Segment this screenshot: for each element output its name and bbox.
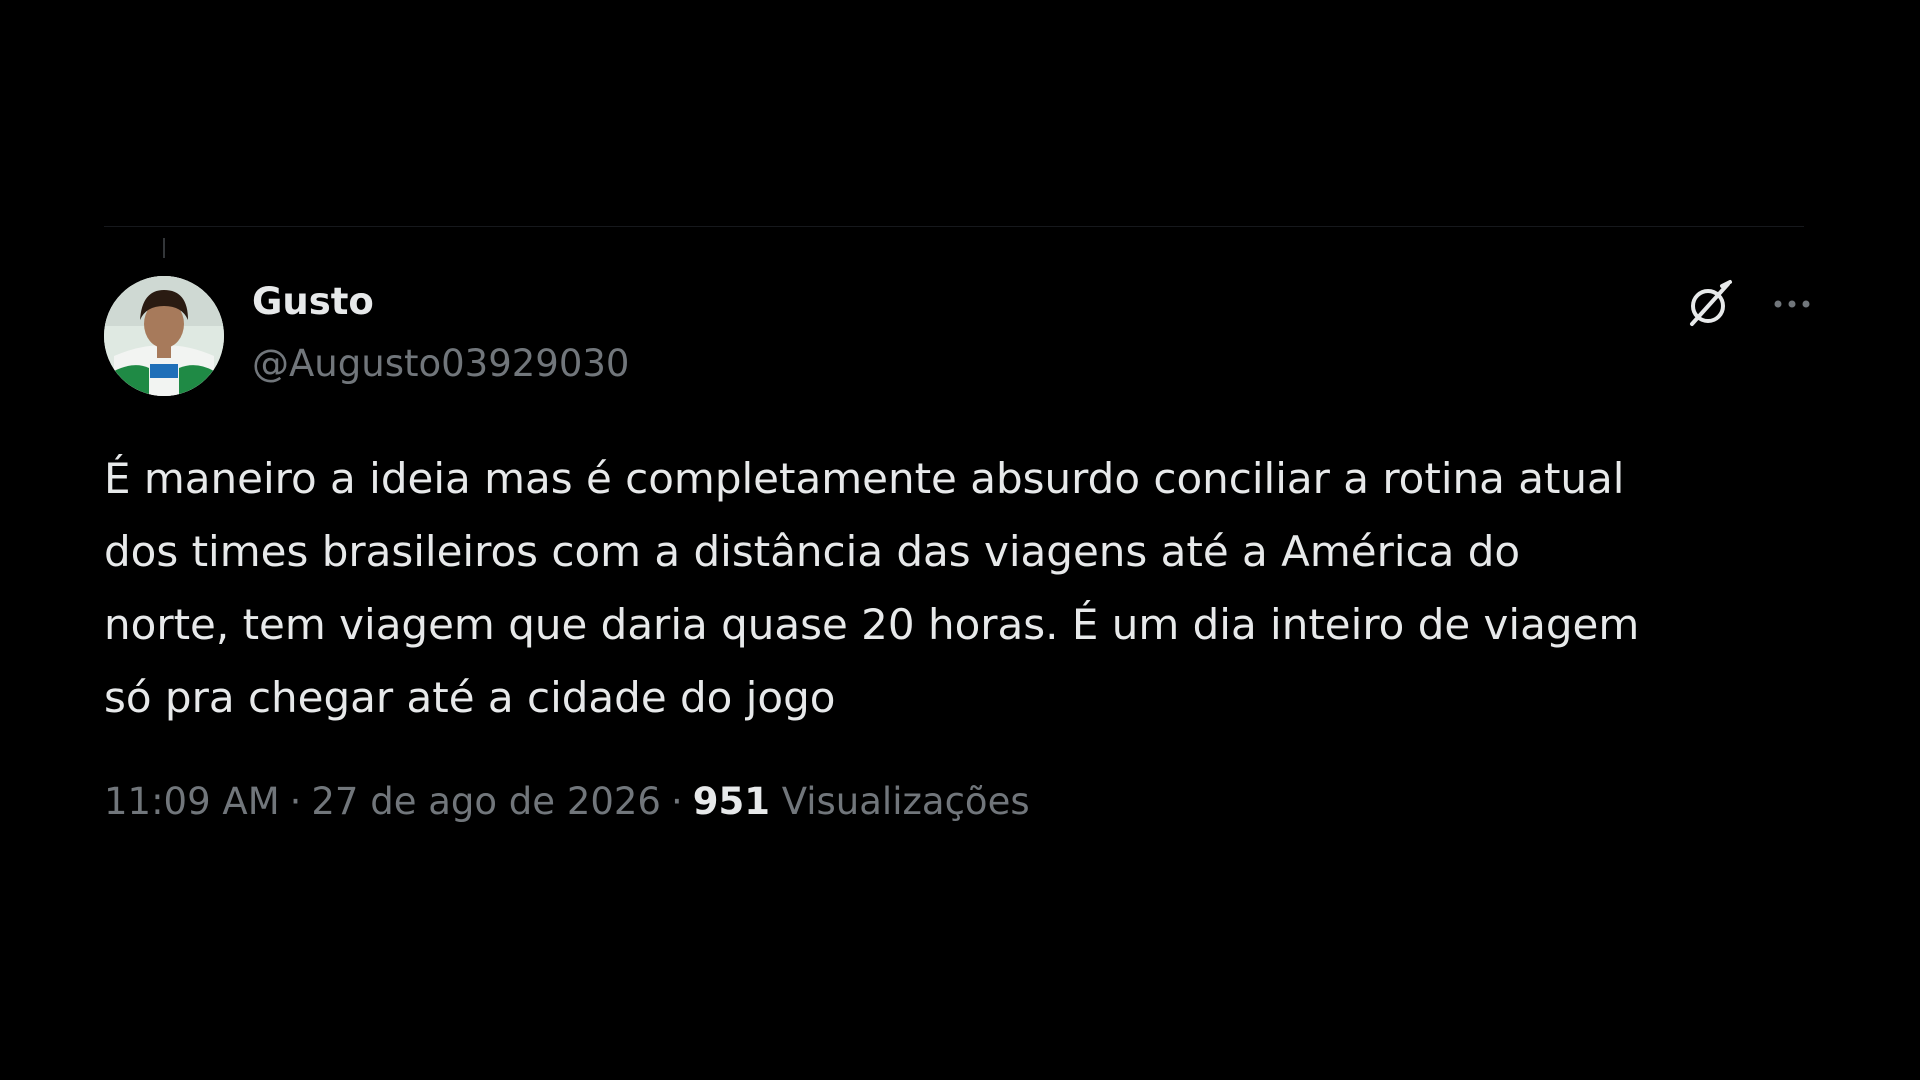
avatar-image	[104, 276, 224, 396]
views-label[interactable]: Visualizações	[782, 780, 1030, 823]
more-icon[interactable]	[1768, 282, 1816, 326]
meta-separator: ·	[289, 780, 302, 823]
tweet-text: É maneiro a ideia mas é completamente ab…	[104, 442, 1816, 734]
avatar[interactable]	[104, 276, 224, 396]
more-icon-graphic	[1774, 300, 1810, 308]
tweet-text-line: É maneiro a ideia mas é completamente ab…	[104, 454, 1625, 503]
grok-icon[interactable]	[1684, 278, 1736, 330]
tweet-text-line: dos times brasileiros com a distância da…	[104, 527, 1521, 576]
divider	[104, 226, 1804, 227]
author-handle[interactable]: @Augusto03929030	[252, 342, 629, 385]
tweet-time[interactable]: 11:09 AM	[104, 780, 280, 823]
tweet-text-line: só pra chegar até a cidade do jogo	[104, 673, 836, 722]
tweet-date[interactable]: 27 de ago de 2026	[311, 780, 661, 823]
author-name[interactable]: Gusto	[252, 280, 374, 323]
thread-line	[163, 238, 165, 258]
meta-separator: ·	[670, 780, 683, 823]
tweet-text-line: norte, tem viagem que daria quase 20 hor…	[104, 600, 1640, 649]
grok-icon-graphic	[1690, 280, 1732, 326]
views-count[interactable]: 951	[693, 780, 770, 823]
tweet[interactable]: Gusto @Augusto03929030 É maneiro a ideia…	[104, 220, 1816, 840]
tweet-meta: 11:09 AM · 27 de ago de 2026 · 951 Visualiza…	[104, 780, 1030, 823]
